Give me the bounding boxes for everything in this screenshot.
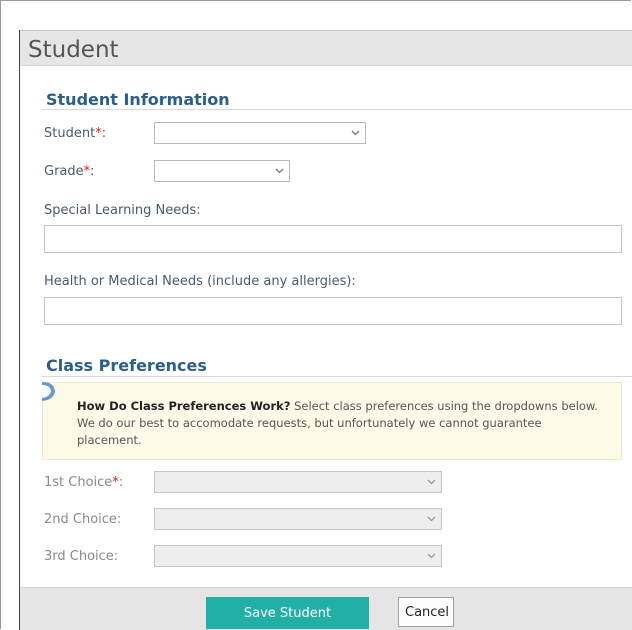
- modal-title: Student: [28, 37, 119, 63]
- modal-footer: Save Student Cancel: [20, 587, 632, 630]
- second-choice-label: 2nd Choice:: [44, 512, 122, 527]
- student-modal: Student Student Information Student*: Gr…: [19, 30, 632, 630]
- class-preferences-info-box: How Do Class Preferences Work? Select cl…: [42, 382, 622, 460]
- chevron-down-icon: [427, 553, 436, 559]
- first-choice-label: 1st Choice*:: [44, 475, 124, 490]
- chevron-down-icon: [275, 168, 284, 174]
- class-preferences-heading: Class Preferences: [46, 356, 207, 375]
- section-divider: [42, 376, 632, 377]
- chevron-down-icon: [351, 130, 360, 136]
- grade-label: Grade*:: [44, 164, 95, 179]
- health-medical-needs-input[interactable]: [44, 297, 622, 325]
- chevron-down-icon: [427, 516, 436, 522]
- third-choice-select[interactable]: [154, 545, 442, 567]
- class-preferences-info-text: How Do Class Preferences Work? Select cl…: [77, 399, 598, 447]
- special-learning-needs-input[interactable]: [44, 225, 622, 253]
- second-choice-select[interactable]: [154, 508, 442, 530]
- student-information-heading: Student Information: [46, 90, 230, 109]
- student-label: Student*:: [44, 126, 107, 141]
- cancel-button[interactable]: Cancel: [398, 597, 454, 627]
- chevron-down-icon: [427, 479, 436, 485]
- health-medical-needs-label: Health or Medical Needs (include any all…: [44, 274, 356, 289]
- first-choice-select[interactable]: [154, 471, 442, 493]
- save-student-button[interactable]: Save Student: [206, 597, 369, 629]
- third-choice-label: 3rd Choice:: [44, 549, 119, 564]
- student-select[interactable]: [154, 122, 366, 144]
- section-divider: [42, 109, 632, 110]
- grade-select[interactable]: [154, 160, 290, 182]
- info-icon: [42, 382, 55, 401]
- modal-header: Student: [20, 30, 632, 66]
- special-learning-needs-label: Special Learning Needs:: [44, 203, 201, 218]
